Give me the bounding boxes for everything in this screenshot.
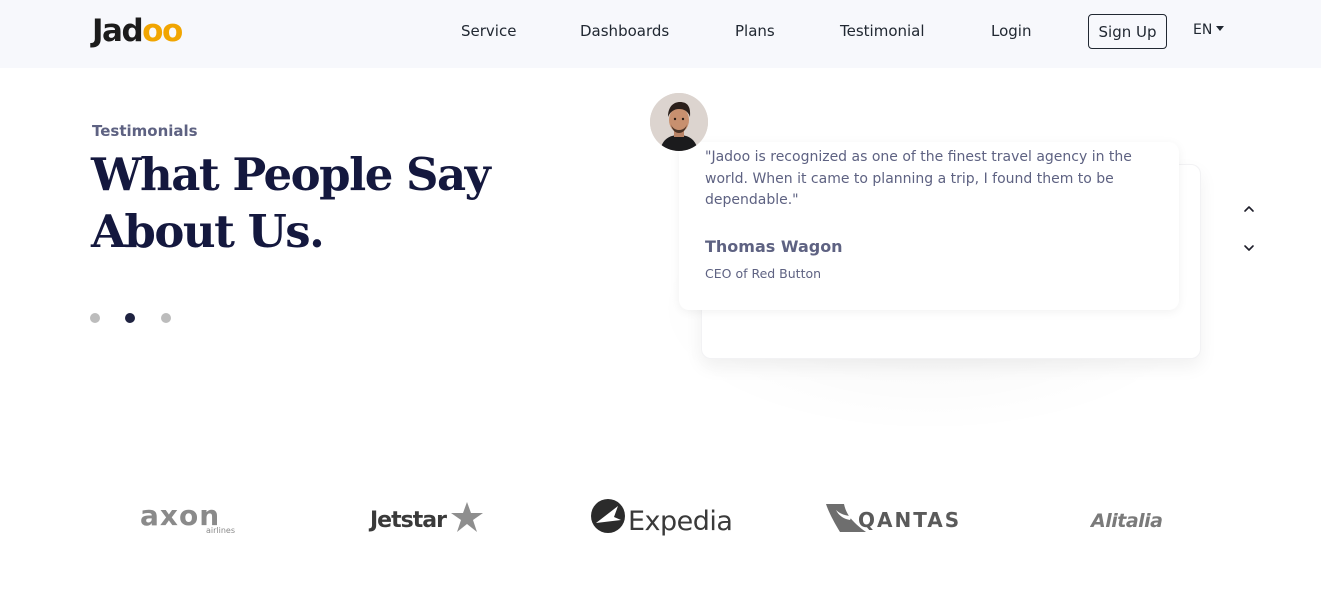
section-heading: What People Say About Us. xyxy=(91,146,531,260)
expedia-logo: Expedia xyxy=(591,499,733,537)
jetstar-logo: Jetstar xyxy=(368,502,483,533)
testimonial-quote: "Jadoo is recognized as one of the fines… xyxy=(705,149,1132,208)
chevron-down-icon[interactable] xyxy=(1241,240,1257,256)
alitalia-logo-text: Alitalia xyxy=(1090,510,1162,532)
nav-link-login[interactable]: Login xyxy=(991,22,1031,40)
logo-text-accent: oo xyxy=(142,13,183,49)
qantas-logo-text: QANTAS xyxy=(858,508,961,532)
axon-logo: axon airlines xyxy=(140,500,235,535)
alitalia-logo: Alitalia xyxy=(1090,510,1163,532)
language-dropdown[interactable]: EN xyxy=(1193,22,1225,38)
chevron-up-icon[interactable] xyxy=(1241,201,1257,217)
sign-up-button[interactable]: Sign Up xyxy=(1088,14,1167,49)
author-name: Thomas Wagon xyxy=(705,237,843,256)
qantas-logo: QANTAS xyxy=(826,504,961,532)
nav-link-plans[interactable]: Plans xyxy=(735,22,775,40)
carousel-dot-3[interactable] xyxy=(161,313,171,323)
carousel-dot-2[interactable] xyxy=(125,313,135,323)
author-role: CEO of Red Button xyxy=(705,266,822,281)
jadoo-logo[interactable]: Jadoo xyxy=(92,13,183,49)
nav-link-service[interactable]: Service xyxy=(461,22,516,40)
author-avatar xyxy=(650,93,708,151)
nav-link-dashboards[interactable]: Dashboards xyxy=(580,22,669,40)
navbar: Jadoo Service Dashboards Plans Testimoni… xyxy=(0,0,1321,68)
nav-link-testimonial[interactable]: Testimonial xyxy=(840,22,925,40)
carousel-dot-1[interactable] xyxy=(90,313,100,323)
heading-line-2: About Us. xyxy=(91,205,325,258)
language-label: EN xyxy=(1193,22,1213,38)
caret-down-icon xyxy=(1216,26,1225,31)
expedia-logo-text: Expedia xyxy=(628,506,732,537)
section-eyebrow: Testimonials xyxy=(92,122,198,140)
axon-logo-subtext: airlines xyxy=(206,526,235,535)
jetstar-logo-text: Jetstar xyxy=(368,508,447,533)
logo-text: Jad xyxy=(92,13,144,49)
heading-line-1: What People Say xyxy=(91,148,491,201)
